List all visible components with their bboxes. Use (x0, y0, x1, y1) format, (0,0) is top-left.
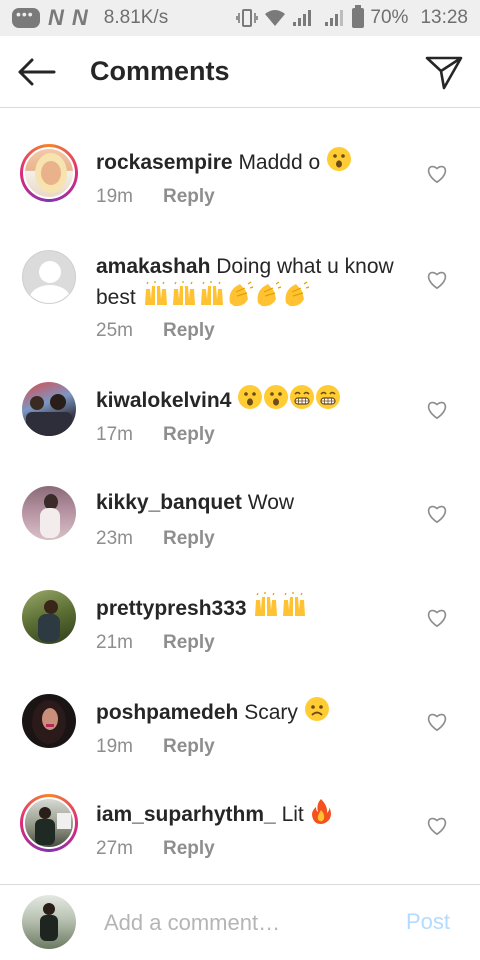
add-comment-input[interactable] (104, 907, 384, 939)
reply-button[interactable]: Reply (163, 838, 215, 860)
grinning-face-emoji-icon (290, 385, 315, 409)
hushed-face-emoji-icon (238, 385, 263, 409)
like-heart-icon[interactable] (426, 270, 448, 290)
back-arrow-icon[interactable] (16, 56, 56, 88)
raised-hands-emoji-icon (200, 281, 223, 305)
reply-button[interactable]: Reply (163, 632, 215, 654)
signal-icon (325, 10, 344, 26)
hushed-face-emoji-icon (327, 147, 352, 171)
like-heart-icon[interactable] (426, 712, 448, 732)
raised-hands-emoji-icon (144, 281, 167, 305)
battery-percent: 70% (370, 7, 409, 28)
reply-button[interactable]: Reply (163, 186, 215, 208)
reply-button[interactable]: Reply (163, 320, 215, 342)
emoji-group (237, 385, 341, 412)
like-heart-icon[interactable] (426, 608, 448, 628)
like-heart-icon[interactable] (426, 164, 448, 184)
grinning-face-emoji-icon (316, 385, 341, 409)
avatar[interactable] (22, 590, 76, 644)
raised-hands-emoji-icon (172, 281, 195, 305)
avatar[interactable] (22, 694, 76, 748)
comment-text: Lit (281, 803, 304, 826)
reply-button[interactable]: Reply (163, 736, 215, 758)
chat-notification-icon (12, 6, 40, 28)
avatar[interactable] (22, 382, 76, 436)
comment-username[interactable]: amakashah (96, 255, 210, 278)
page-title: Comments (90, 56, 230, 86)
wifi-icon (265, 10, 286, 26)
frowning-face-emoji-icon (304, 697, 329, 721)
hushed-face-emoji-icon (264, 385, 289, 409)
avatar (22, 895, 76, 949)
like-heart-icon[interactable] (426, 816, 448, 836)
reply-button[interactable]: Reply (163, 528, 215, 550)
comment-composer: Post (0, 884, 480, 960)
comment-username[interactable]: kikky_banquet (96, 491, 242, 514)
comment-text: Scary (244, 701, 298, 724)
clapping-hands-emoji-icon (257, 281, 281, 307)
reply-button[interactable]: Reply (163, 424, 215, 446)
carrier-n-icon: N (71, 5, 88, 30)
clapping-hands-emoji-icon (229, 281, 253, 307)
fire-emoji-icon (311, 799, 331, 824)
vibrate-icon (236, 9, 259, 27)
comment-username[interactable]: kiwalokelvin4 (96, 389, 231, 412)
like-heart-icon[interactable] (426, 400, 448, 420)
avatar[interactable] (22, 250, 76, 304)
post-button[interactable]: Post (406, 909, 450, 935)
avatar[interactable] (20, 794, 78, 852)
comment-text: Wow (247, 491, 295, 514)
emoji-group (252, 592, 308, 620)
emoji-group (142, 281, 310, 309)
comment-timestamp: 23m (96, 528, 133, 549)
comment-timestamp: 19m (96, 186, 133, 207)
status-bar: N N 8.81K/s 70% 13:28 (0, 0, 480, 36)
header: Comments (0, 36, 480, 108)
clapping-hands-emoji-icon (285, 281, 309, 307)
comment-text: Maddd o (238, 151, 321, 174)
carrier-n-icon: N (48, 5, 64, 30)
comment-username[interactable]: poshpamedeh (96, 701, 238, 724)
send-direct-icon[interactable] (424, 52, 464, 92)
avatar[interactable] (22, 486, 76, 540)
comment-timestamp: 17m (96, 424, 133, 445)
signal-icon (293, 10, 312, 26)
avatar[interactable] (20, 144, 78, 202)
clock: 13:28 (420, 7, 468, 28)
comment-username[interactable]: rockasempire (96, 151, 233, 174)
battery-icon (352, 5, 365, 28)
comment-timestamp: 19m (96, 736, 133, 757)
like-heart-icon[interactable] (426, 504, 448, 524)
comment-timestamp: 27m (96, 838, 133, 859)
network-speed: 8.81K/s (103, 7, 169, 28)
comments-list[interactable]: rockasempire Maddd o 19m Reply amakashah… (0, 108, 480, 884)
comment-timestamp: 25m (96, 320, 133, 341)
comment-username[interactable]: iam_suparhythm_ (96, 803, 276, 826)
raised-hands-emoji-icon (255, 592, 278, 616)
comment-timestamp: 21m (96, 632, 133, 653)
comment-username[interactable]: prettypresh333 (96, 597, 247, 620)
raised-hands-emoji-icon (283, 592, 306, 616)
